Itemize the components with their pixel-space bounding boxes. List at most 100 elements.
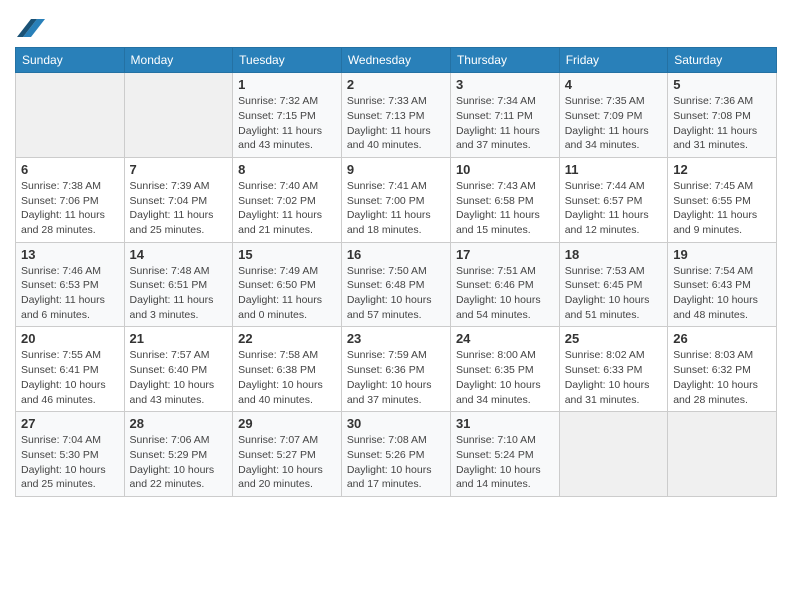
day-number: 5 (673, 77, 771, 92)
day-number: 30 (347, 416, 445, 431)
day-cell: 25 Sunrise: 8:02 AM Sunset: 6:33 PM Dayli… (559, 327, 668, 412)
day-number: 31 (456, 416, 554, 431)
day-number: 8 (238, 162, 336, 177)
day-number: 10 (456, 162, 554, 177)
day-info: Sunrise: 8:03 AM Sunset: 6:32 PM Dayligh… (673, 348, 771, 407)
day-number: 16 (347, 247, 445, 262)
weekday-wednesday: Wednesday (341, 48, 450, 73)
day-cell (559, 412, 668, 497)
day-number: 13 (21, 247, 119, 262)
weekday-saturday: Saturday (668, 48, 777, 73)
day-cell: 9 Sunrise: 7:41 AM Sunset: 7:00 PM Daylig… (341, 157, 450, 242)
day-info: Sunrise: 7:10 AM Sunset: 5:24 PM Dayligh… (456, 433, 554, 492)
day-cell: 19 Sunrise: 7:54 AM Sunset: 6:43 PM Dayli… (668, 242, 777, 327)
day-number: 22 (238, 331, 336, 346)
day-cell: 6 Sunrise: 7:38 AM Sunset: 7:06 PM Daylig… (16, 157, 125, 242)
day-info: Sunrise: 7:46 AM Sunset: 6:53 PM Dayligh… (21, 264, 119, 323)
day-cell: 3 Sunrise: 7:34 AM Sunset: 7:11 PM Daylig… (450, 73, 559, 158)
page: SundayMondayTuesdayWednesdayThursdayFrid… (0, 0, 792, 612)
weekday-monday: Monday (124, 48, 233, 73)
day-info: Sunrise: 7:36 AM Sunset: 7:08 PM Dayligh… (673, 94, 771, 153)
weekday-friday: Friday (559, 48, 668, 73)
day-info: Sunrise: 7:32 AM Sunset: 7:15 PM Dayligh… (238, 94, 336, 153)
day-cell: 16 Sunrise: 7:50 AM Sunset: 6:48 PM Dayli… (341, 242, 450, 327)
week-row-4: 20 Sunrise: 7:55 AM Sunset: 6:41 PM Dayli… (16, 327, 777, 412)
day-number: 20 (21, 331, 119, 346)
day-info: Sunrise: 7:58 AM Sunset: 6:38 PM Dayligh… (238, 348, 336, 407)
day-cell: 27 Sunrise: 7:04 AM Sunset: 5:30 PM Dayli… (16, 412, 125, 497)
day-info: Sunrise: 7:35 AM Sunset: 7:09 PM Dayligh… (565, 94, 663, 153)
day-number: 28 (130, 416, 228, 431)
day-number: 17 (456, 247, 554, 262)
day-info: Sunrise: 8:02 AM Sunset: 6:33 PM Dayligh… (565, 348, 663, 407)
day-info: Sunrise: 7:54 AM Sunset: 6:43 PM Dayligh… (673, 264, 771, 323)
day-cell: 21Sunrise: 7:57 AM Sunset: 6:40 PM Dayli… (124, 327, 233, 412)
day-info: Sunrise: 7:04 AM Sunset: 5:30 PM Dayligh… (21, 433, 119, 492)
day-info: Sunrise: 7:53 AM Sunset: 6:45 PM Dayligh… (565, 264, 663, 323)
weekday-sunday: Sunday (16, 48, 125, 73)
day-cell: 15Sunrise: 7:49 AM Sunset: 6:50 PM Dayli… (233, 242, 342, 327)
day-number: 29 (238, 416, 336, 431)
day-info: Sunrise: 7:06 AM Sunset: 5:29 PM Dayligh… (130, 433, 228, 492)
day-cell: 5 Sunrise: 7:36 AM Sunset: 7:08 PM Daylig… (668, 73, 777, 158)
day-info: Sunrise: 7:07 AM Sunset: 5:27 PM Dayligh… (238, 433, 336, 492)
day-cell: 10 Sunrise: 7:43 AM Sunset: 6:58 PM Dayli… (450, 157, 559, 242)
day-cell: 30 Sunrise: 7:08 AM Sunset: 5:26 PM Dayli… (341, 412, 450, 497)
day-info: Sunrise: 7:08 AM Sunset: 5:26 PM Dayligh… (347, 433, 445, 492)
day-info: Sunrise: 7:48 AM Sunset: 6:51 PM Dayligh… (130, 264, 228, 323)
day-cell: 26 Sunrise: 8:03 AM Sunset: 6:32 PM Dayli… (668, 327, 777, 412)
day-number: 12 (673, 162, 771, 177)
day-info: Sunrise: 7:40 AM Sunset: 7:02 PM Dayligh… (238, 179, 336, 238)
day-number: 4 (565, 77, 663, 92)
week-row-1: 1 Sunrise: 7:32 AM Sunset: 7:15 PM Daylig… (16, 73, 777, 158)
day-info: Sunrise: 7:55 AM Sunset: 6:41 PM Dayligh… (21, 348, 119, 407)
weekday-header-row: SundayMondayTuesdayWednesdayThursdayFrid… (16, 48, 777, 73)
day-info: Sunrise: 7:34 AM Sunset: 7:11 PM Dayligh… (456, 94, 554, 153)
day-cell: 23 Sunrise: 7:59 AM Sunset: 6:36 PM Dayli… (341, 327, 450, 412)
day-number: 23 (347, 331, 445, 346)
day-cell (16, 73, 125, 158)
day-info: Sunrise: 7:49 AM Sunset: 6:50 PM Dayligh… (238, 264, 336, 323)
day-info: Sunrise: 7:41 AM Sunset: 7:00 PM Dayligh… (347, 179, 445, 238)
day-cell: 7Sunrise: 7:39 AM Sunset: 7:04 PM Daylig… (124, 157, 233, 242)
day-info: Sunrise: 7:38 AM Sunset: 7:06 PM Dayligh… (21, 179, 119, 238)
day-cell: 18Sunrise: 7:53 AM Sunset: 6:45 PM Dayli… (559, 242, 668, 327)
day-number: 3 (456, 77, 554, 92)
day-number: 25 (565, 331, 663, 346)
day-cell: 13 Sunrise: 7:46 AM Sunset: 6:53 PM Dayli… (16, 242, 125, 327)
day-number: 24 (456, 331, 554, 346)
day-number: 27 (21, 416, 119, 431)
day-cell: 28 Sunrise: 7:06 AM Sunset: 5:29 PM Dayli… (124, 412, 233, 497)
day-number: 14 (130, 247, 228, 262)
day-cell: 17Sunrise: 7:51 AM Sunset: 6:46 PM Dayli… (450, 242, 559, 327)
day-number: 11 (565, 162, 663, 177)
day-number: 19 (673, 247, 771, 262)
day-info: Sunrise: 8:00 AM Sunset: 6:35 PM Dayligh… (456, 348, 554, 407)
week-row-3: 13 Sunrise: 7:46 AM Sunset: 6:53 PM Dayli… (16, 242, 777, 327)
week-row-5: 27 Sunrise: 7:04 AM Sunset: 5:30 PM Dayli… (16, 412, 777, 497)
day-cell: 31 Sunrise: 7:10 AM Sunset: 5:24 PM Dayli… (450, 412, 559, 497)
day-info: Sunrise: 7:57 AM Sunset: 6:40 PM Dayligh… (130, 348, 228, 407)
day-info: Sunrise: 7:50 AM Sunset: 6:48 PM Dayligh… (347, 264, 445, 323)
day-info: Sunrise: 7:59 AM Sunset: 6:36 PM Dayligh… (347, 348, 445, 407)
logo (15, 15, 49, 39)
logo-text (15, 15, 47, 39)
day-cell: 1 Sunrise: 7:32 AM Sunset: 7:15 PM Daylig… (233, 73, 342, 158)
day-number: 2 (347, 77, 445, 92)
day-cell: 12Sunrise: 7:45 AM Sunset: 6:55 PM Dayli… (668, 157, 777, 242)
day-number: 9 (347, 162, 445, 177)
logo-icon (17, 19, 45, 37)
day-info: Sunrise: 7:33 AM Sunset: 7:13 PM Dayligh… (347, 94, 445, 153)
day-number: 1 (238, 77, 336, 92)
day-number: 6 (21, 162, 119, 177)
day-cell: 29 Sunrise: 7:07 AM Sunset: 5:27 PM Dayli… (233, 412, 342, 497)
day-info: Sunrise: 7:43 AM Sunset: 6:58 PM Dayligh… (456, 179, 554, 238)
header (15, 10, 777, 39)
weekday-thursday: Thursday (450, 48, 559, 73)
day-info: Sunrise: 7:44 AM Sunset: 6:57 PM Dayligh… (565, 179, 663, 238)
calendar: SundayMondayTuesdayWednesdayThursdayFrid… (15, 47, 777, 497)
day-cell: 22 Sunrise: 7:58 AM Sunset: 6:38 PM Dayli… (233, 327, 342, 412)
day-cell: 11 Sunrise: 7:44 AM Sunset: 6:57 PM Dayli… (559, 157, 668, 242)
day-cell: 8 Sunrise: 7:40 AM Sunset: 7:02 PM Daylig… (233, 157, 342, 242)
day-number: 26 (673, 331, 771, 346)
